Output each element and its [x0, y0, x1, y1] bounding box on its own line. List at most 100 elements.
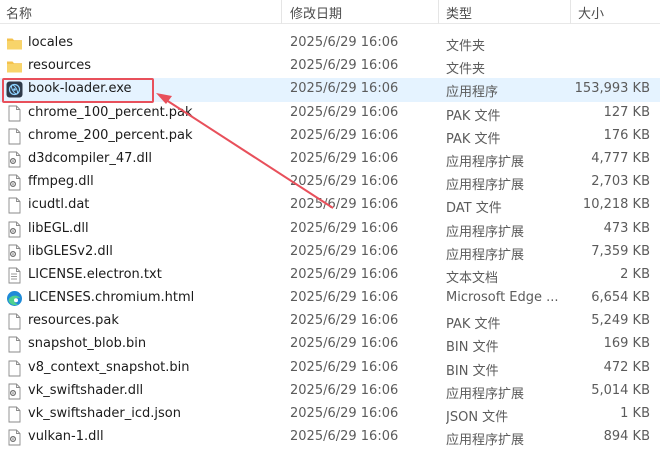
file-icon — [6, 360, 23, 377]
file-size: 176 KB — [603, 127, 650, 143]
file-size: 10,218 KB — [582, 197, 650, 213]
file-type: 应用程序扩展 — [446, 386, 525, 402]
file-row[interactable]: snapshot_blob.bin 2025/6/29 16:06 BIN 文件 16… — [0, 333, 660, 356]
file-type: 应用程序扩展 — [446, 433, 525, 449]
column-header-type[interactable]: 类型 — [446, 3, 472, 22]
file-modified-date: 2025/6/29 16:06 — [290, 174, 399, 190]
file-modified-date: 2025/6/29 16:06 — [290, 266, 399, 282]
text-file-icon — [6, 267, 23, 284]
file-row[interactable]: LICENSES.chromium.html 2025/6/29 16:06 Mic… — [0, 287, 660, 310]
file-name: chrome_100_percent.pak — [28, 104, 193, 120]
file-icon — [6, 105, 23, 122]
file-row[interactable]: locales 2025/6/29 16:06 文件夹 — [0, 32, 660, 55]
file-size: 169 KB — [603, 336, 650, 352]
file-name: v8_context_snapshot.bin — [28, 359, 190, 375]
column-header-name[interactable]: 名称 — [6, 3, 32, 22]
file-size: 2,703 KB — [591, 174, 650, 190]
file-icon — [6, 336, 23, 353]
dll-icon — [6, 221, 23, 238]
file-row[interactable]: resources.pak 2025/6/29 16:06 PAK 文件 5,249 … — [0, 310, 660, 333]
folder-icon — [6, 58, 23, 75]
file-type: 应用程序 — [446, 85, 499, 101]
column-divider[interactable] — [438, 0, 439, 24]
file-modified-date: 2025/6/29 16:06 — [290, 81, 399, 97]
dll-icon — [6, 151, 23, 168]
file-name: resources.pak — [28, 313, 119, 329]
file-size: 6,654 KB — [591, 290, 650, 306]
file-size: 4,777 KB — [591, 150, 650, 166]
file-icon — [6, 313, 23, 330]
dll-icon — [6, 174, 23, 191]
file-size: 894 KB — [603, 429, 650, 445]
file-modified-date: 2025/6/29 16:06 — [290, 290, 399, 306]
file-row[interactable]: ffmpeg.dll 2025/6/29 16:06 应用程序扩展 2,703 KB — [0, 171, 660, 194]
file-type: Microsoft Edge ... — [446, 290, 559, 306]
file-name: vulkan-1.dll — [28, 429, 104, 445]
file-modified-date: 2025/6/29 16:06 — [290, 406, 399, 421]
file-row[interactable]: v8_context_snapshot.bin 2025/6/29 16:06 BI… — [0, 357, 660, 380]
file-name: icudtl.dat — [28, 197, 90, 213]
file-type: 应用程序扩展 — [446, 178, 525, 194]
file-name: libEGL.dll — [28, 220, 89, 236]
file-icon — [6, 406, 23, 423]
column-divider[interactable] — [281, 0, 282, 24]
file-modified-date: 2025/6/29 16:06 — [290, 220, 399, 236]
file-size: 7,359 KB — [591, 243, 650, 259]
file-row[interactable]: chrome_100_percent.pak 2025/6/29 16:06 PAK… — [0, 102, 660, 125]
file-row[interactable]: libGLESv2.dll 2025/6/29 16:06 应用程序扩展 7,359 … — [0, 241, 660, 264]
file-row[interactable]: icudtl.dat 2025/6/29 16:06 DAT 文件 10,218 KB — [0, 194, 660, 217]
file-type: 文本文档 — [446, 270, 499, 286]
file-size: 472 KB — [603, 359, 650, 375]
file-row[interactable]: libEGL.dll 2025/6/29 16:06 应用程序扩展 473 KB — [0, 218, 660, 241]
file-name: ffmpeg.dll — [28, 174, 94, 190]
file-type: PAK 文件 — [446, 317, 501, 333]
file-name: libGLESv2.dll — [28, 243, 113, 259]
file-type: JSON 文件 — [446, 410, 509, 425]
file-name: LICENSES.chromium.html — [28, 290, 195, 306]
file-modified-date: 2025/6/29 16:06 — [290, 127, 399, 143]
column-header-size[interactable]: 大小 — [578, 3, 604, 22]
file-list: locales 2025/6/29 16:06 文件夹 resources 2025/6… — [0, 32, 660, 449]
file-modified-date: 2025/6/29 16:06 — [290, 382, 399, 398]
file-name: resources — [28, 58, 92, 74]
file-size: 1 KB — [620, 406, 650, 421]
file-modified-date: 2025/6/29 16:06 — [290, 150, 399, 166]
file-icon — [6, 197, 23, 214]
file-type: 应用程序扩展 — [446, 247, 525, 263]
file-name: vk_swiftshader.dll — [28, 382, 144, 398]
edge-icon — [6, 290, 23, 307]
file-type: BIN 文件 — [446, 363, 499, 379]
file-name: locales — [28, 35, 74, 50]
column-header-bar: 名称 修改日期 类型 大小 — [0, 0, 660, 24]
file-row[interactable]: d3dcompiler_47.dll 2025/6/29 16:06 应用程序扩展 4… — [0, 148, 660, 171]
column-divider[interactable] — [570, 0, 571, 24]
file-name: snapshot_blob.bin — [28, 336, 147, 352]
file-modified-date: 2025/6/29 16:06 — [290, 359, 399, 375]
file-modified-date: 2025/6/29 16:06 — [290, 104, 399, 120]
app-exe-icon — [6, 81, 23, 98]
file-type: PAK 文件 — [446, 131, 501, 147]
file-row[interactable]: LICENSE.electron.txt 2025/6/29 16:06 文本文档 2… — [0, 264, 660, 287]
file-row[interactable]: chrome_200_percent.pak 2025/6/29 16:06 PAK… — [0, 125, 660, 148]
file-type: PAK 文件 — [446, 108, 501, 124]
file-row[interactable]: vk_swiftshader.dll 2025/6/29 16:06 应用程序扩展 5… — [0, 380, 660, 403]
file-row[interactable]: vulkan-1.dll 2025/6/29 16:06 应用程序扩展 894 KB — [0, 426, 660, 449]
file-modified-date: 2025/6/29 16:06 — [290, 197, 399, 213]
file-name: chrome_200_percent.pak — [28, 127, 193, 143]
column-header-date[interactable]: 修改日期 — [290, 3, 342, 22]
file-row[interactable]: vk_swiftshader_icd.json 2025/6/29 16:06 JS… — [0, 403, 660, 426]
folder-icon — [6, 35, 23, 52]
file-type: BIN 文件 — [446, 340, 499, 356]
dll-icon — [6, 244, 23, 261]
dll-icon — [6, 383, 23, 400]
file-modified-date: 2025/6/29 16:06 — [290, 336, 399, 352]
file-size: 473 KB — [603, 220, 650, 236]
file-row[interactable]: resources 2025/6/29 16:06 文件夹 — [0, 55, 660, 78]
file-name: vk_swiftshader_icd.json — [28, 406, 181, 421]
file-type: DAT 文件 — [446, 201, 502, 217]
file-modified-date: 2025/6/29 16:06 — [290, 35, 399, 50]
file-row[interactable]: book-loader.exe 2025/6/29 16:06 应用程序 153,99… — [0, 78, 660, 102]
file-size: 5,014 KB — [591, 382, 650, 398]
dll-icon — [6, 429, 23, 446]
file-size: 127 KB — [603, 104, 650, 120]
